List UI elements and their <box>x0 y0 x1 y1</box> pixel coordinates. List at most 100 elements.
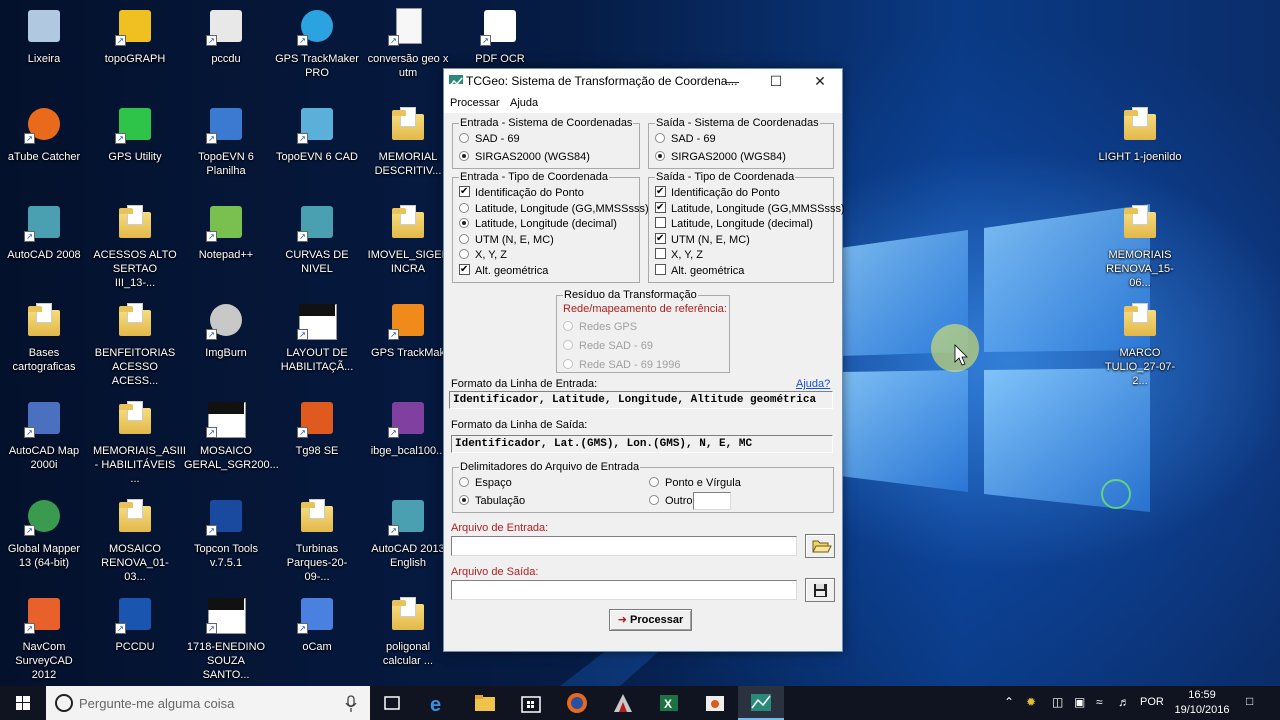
desktop-icon[interactable]: ↗ conversão geo x utm <box>364 6 452 80</box>
residuo-label: Resíduo da Transformação <box>563 289 698 301</box>
desktop-icon[interactable]: ↗ CURVAS DE NIVEL <box>273 202 361 276</box>
search-box[interactable]: Pergunte-me alguma coisa <box>46 686 370 720</box>
saida-tipo-option[interactable]: Alt. geométrica <box>655 263 744 278</box>
desktop-icon[interactable]: ↗ Tg98 SE <box>273 398 361 458</box>
saida-tipo-option[interactable]: Latitude, Longitude (GG,MMSSsss) <box>655 201 845 216</box>
taskbar-store[interactable] <box>508 686 554 720</box>
taskbar-autocad[interactable] <box>600 686 646 720</box>
clock[interactable]: 16:59 19/10/2016 <box>1174 688 1230 718</box>
saida-tipo-option[interactable]: Latitude, Longitude (decimal) <box>655 217 813 231</box>
desktop-icon[interactable]: ↗ MOSAICO GERAL_SGR200... <box>182 398 279 472</box>
power-icon[interactable]: ▣ <box>1074 695 1085 709</box>
desktop-icon[interactable]: ↗ LAYOUT DE HABILITAÇÃ... <box>273 300 361 374</box>
saida-tipo-option[interactable]: X, Y, Z <box>655 248 703 262</box>
entrada-tipo-option[interactable]: X, Y, Z <box>459 248 507 262</box>
desktop-icon-label: PCCDU <box>115 641 155 653</box>
taskbar-tcgeo[interactable] <box>738 686 784 720</box>
wifi-icon[interactable]: ≈ <box>1096 695 1103 709</box>
close-button[interactable]: ✕ <box>798 69 842 93</box>
checkbox-icon <box>459 263 470 275</box>
desktop-icon[interactable]: ↗ topoGRAPH <box>91 6 179 66</box>
desktop-icon[interactable]: Bases cartograficas <box>0 300 88 374</box>
outro-input[interactable] <box>693 492 731 510</box>
saida-sirgas-radio[interactable]: SIRGAS2000 (WGS84) <box>655 150 786 164</box>
desktop-icon[interactable]: MEMORIAL DESCRITIV... <box>364 104 452 178</box>
cad-icon: ↗ <box>297 104 337 144</box>
saida-sad69-radio[interactable]: SAD - 69 <box>655 132 716 146</box>
desktop-icon[interactable]: ↗ AutoCAD 2013 English <box>364 496 452 570</box>
volume-icon[interactable]: ♬ <box>1118 695 1130 709</box>
minimize-button[interactable]: — <box>710 69 754 93</box>
processar-button[interactable]: ➜ Processar <box>609 609 692 631</box>
taskbar-firefox[interactable] <box>554 686 600 720</box>
desktop-icon[interactable]: ↗ 1718-ENEDINO SOUZA SANTO... <box>182 594 270 682</box>
maximize-button[interactable]: ☐ <box>754 69 798 93</box>
recycle-bin-icon <box>24 6 64 46</box>
menu-ajuda[interactable]: Ajuda <box>510 97 538 109</box>
formato-saida-field[interactable]: Identificador, Lat.(GMS), Lon.(GMS), N, … <box>451 435 833 453</box>
arquivo-entrada-input[interactable] <box>451 536 797 556</box>
task-view-button[interactable] <box>370 686 416 720</box>
desktop-icon[interactable]: ↗ ImgBurn <box>182 300 270 360</box>
desktop-icon[interactable]: MOSAICO RENOVA_01-03... <box>91 496 179 584</box>
desktop-icon[interactable]: MEMORIAIS_ASIII - HABILITÁVEIS ... <box>91 398 186 486</box>
desktop-icon[interactable]: poligonal calcular ... <box>364 594 452 668</box>
desktop-icon[interactable]: BENFEITORIAS ACESSO ACESS... <box>91 300 179 388</box>
entrada-tipo-option[interactable]: Latitude, Longitude (decimal) <box>459 217 617 231</box>
ajuda-link[interactable]: Ajuda? <box>796 378 830 390</box>
arquivo-saida-input[interactable] <box>451 580 797 600</box>
desktop-icon[interactable]: LIGHT 1-joenildo <box>1096 104 1184 164</box>
saida-tipo-option[interactable]: UTM (N, E, MC) <box>655 232 750 247</box>
entrada-tipo-option[interactable]: UTM (N, E, MC) <box>459 233 554 247</box>
title-bar[interactable]: TCGeo: Sistema de Transformação de Coord… <box>444 69 842 93</box>
ponto-virgula-radio[interactable]: Ponto e Vírgula <box>649 476 741 490</box>
show-hidden-icons[interactable]: ⌃ <box>1004 695 1014 709</box>
desktop-icon[interactable]: ↗ ibge_bcal100... <box>364 398 452 458</box>
taskbar-edge[interactable]: e <box>416 686 462 720</box>
taskbar-excel[interactable]: X <box>646 686 692 720</box>
desktop-icon[interactable]: ↗ PDF OCR <box>456 6 544 66</box>
desktop-icon[interactable]: ↗ NavCom SurveyCAD 2012 <box>0 594 88 682</box>
formato-entrada-field[interactable]: Identificador, Latitude, Longitude, Alti… <box>449 391 833 409</box>
desktop-icon[interactable]: ↗ Topcon Tools v.7.5.1 <box>182 496 270 570</box>
entrada-tipo-option[interactable]: Latitude, Longitude (GG,MMSSsss) <box>459 202 649 216</box>
network-icon[interactable]: ◫ <box>1052 695 1063 709</box>
desktop-icon[interactable]: ↗ Notepad++ <box>182 202 270 262</box>
entrada-sirgas-radio[interactable]: SIRGAS2000 (WGS84) <box>459 150 590 164</box>
taskbar-ocam[interactable] <box>692 686 738 720</box>
desktop-icon[interactable]: ↗ pccdu <box>182 6 270 66</box>
open-file-button[interactable] <box>805 534 835 558</box>
desktop-icon[interactable]: ↗ GPS TrackMak <box>364 300 452 360</box>
desktop-icon[interactable]: ↗ TopoEVN 6 CAD <box>273 104 361 164</box>
desktop-icon[interactable]: ↗ aTube Catcher <box>0 104 88 164</box>
entrada-tipo-option[interactable]: Alt. geométrica <box>459 263 548 278</box>
menu-processar[interactable]: Processar <box>450 97 500 109</box>
desktop-icon[interactable]: IMOVEL_SIGEF INCRA <box>364 202 452 276</box>
tabulacao-radio[interactable]: Tabulação <box>459 494 525 508</box>
desktop-icon[interactable]: ↗ GPS Utility <box>91 104 179 164</box>
language-indicator[interactable]: POR <box>1140 696 1164 708</box>
desktop-icon[interactable]: ↗ Global Mapper 13 (64-bit) <box>0 496 88 570</box>
desktop-icon[interactable]: ↗ AutoCAD Map 2000i <box>0 398 88 472</box>
save-file-button[interactable] <box>805 578 835 602</box>
tray-app-icon[interactable]: ✹ <box>1026 695 1036 709</box>
option-label: X, Y, Z <box>671 249 704 261</box>
desktop-icon[interactable]: Lixeira <box>0 6 88 66</box>
desktop-icon[interactable]: ↗ AutoCAD 2008 <box>0 202 88 262</box>
entrada-tipo-option[interactable]: Identificação do Ponto <box>459 186 584 200</box>
desktop-icon[interactable]: MARCO TULIO_27-07-2... <box>1096 300 1184 388</box>
desktop-icon[interactable]: ↗ oCam <box>273 594 361 654</box>
taskbar-explorer[interactable] <box>462 686 508 720</box>
desktop-icon[interactable]: ACESSOS ALTO SERTAO III_13-... <box>91 202 179 290</box>
desktop-icon[interactable]: ↗ TopoEVN 6 Planilha <box>182 104 270 178</box>
desktop-icon[interactable]: Turbinas Parques-20-09-... <box>273 496 361 584</box>
espaco-radio[interactable]: Espaço <box>459 476 512 490</box>
entrada-sad69-radio[interactable]: SAD - 69 <box>459 132 520 146</box>
start-button[interactable] <box>0 686 46 720</box>
saida-tipo-option[interactable]: Identificação do Ponto <box>655 186 780 200</box>
desktop-icon[interactable]: MEMORIAIS RENOVA_15-06... <box>1096 202 1184 290</box>
desktop-icon[interactable]: ↗ PCCDU <box>91 594 179 654</box>
desktop-icon[interactable]: ↗ GPS TrackMaker PRO <box>273 6 361 80</box>
outro-radio[interactable]: Outro: <box>649 494 696 508</box>
notifications-icon[interactable]: □ <box>1246 694 1253 708</box>
